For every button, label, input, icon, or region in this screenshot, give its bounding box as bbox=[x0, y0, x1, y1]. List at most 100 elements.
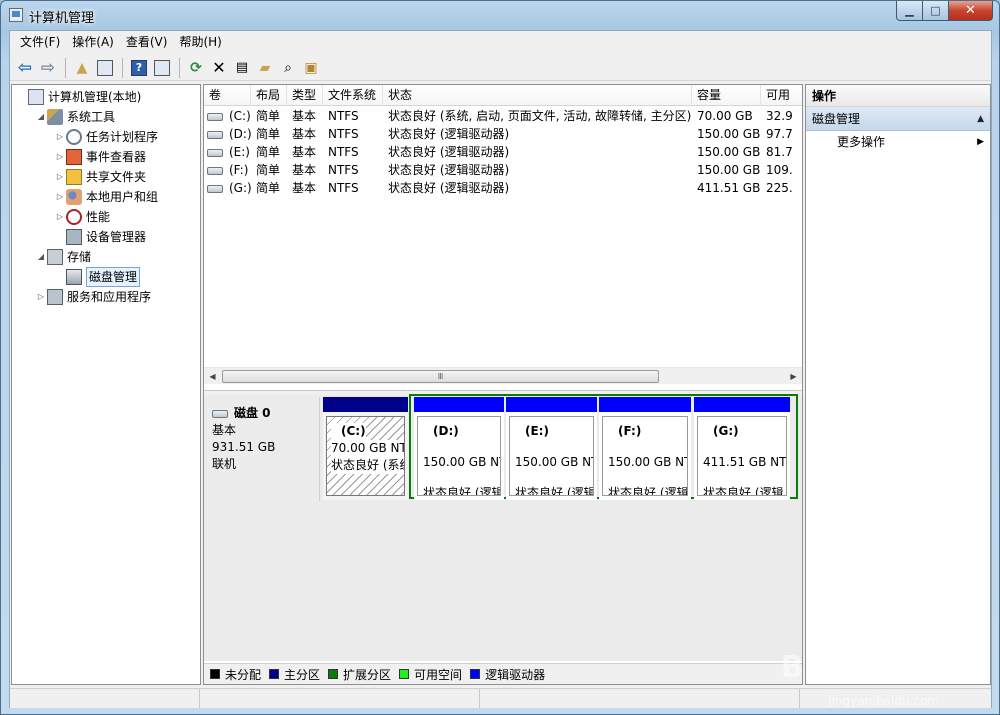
tree-item-label: 性能 bbox=[86, 210, 111, 224]
drive-icon bbox=[207, 130, 223, 139]
tree-item[interactable]: ◢ 系统工具 bbox=[35, 108, 115, 126]
tree-item[interactable]: ▷ 性能 bbox=[54, 208, 110, 226]
volume-row[interactable]: (G:) 简单 基本 NTFS 状态良好 (逻辑驱动器) 411.51 GB 225. bbox=[204, 179, 802, 197]
back-button[interactable]: ⇦ bbox=[14, 57, 36, 79]
computer-icon bbox=[28, 89, 44, 105]
expand-arrow-icon[interactable]: ▷ bbox=[35, 288, 47, 306]
partition-g[interactable]: (G:) 411.51 GB NTF 状态良好 (逻辑 bbox=[694, 397, 790, 500]
collapse-arrow-icon[interactable]: ◢ bbox=[35, 248, 47, 266]
horizontal-scrollbar[interactable]: ◀ Ⅲ ▶ bbox=[204, 367, 802, 384]
perf-icon bbox=[66, 209, 82, 225]
column-volume[interactable]: 卷 bbox=[204, 85, 251, 106]
action-section-disk-management[interactable]: 磁盘管理 ▲ bbox=[806, 107, 990, 131]
tree-item[interactable]: ▷ 任务计划程序 bbox=[54, 128, 158, 146]
tree-item[interactable]: ▷ 本地用户和组 bbox=[54, 188, 158, 206]
search-button[interactable]: ⌕ bbox=[277, 57, 299, 79]
disk-status: 联机 bbox=[212, 457, 237, 471]
tree-item-label: 事件查看器 bbox=[86, 150, 147, 164]
partition-size: 150.00 GB NT bbox=[423, 455, 501, 469]
partition-size: 411.51 GB NTF bbox=[703, 455, 787, 469]
legend-label: 可用空间 bbox=[414, 667, 463, 682]
scroll-left-icon[interactable]: ◀ bbox=[204, 368, 221, 385]
minimize-button[interactable]: ▁ bbox=[896, 1, 923, 21]
help-button[interactable]: ? bbox=[128, 57, 150, 79]
scroll-thumb[interactable]: Ⅲ bbox=[222, 370, 659, 383]
refresh-button[interactable]: ⟳ bbox=[185, 57, 207, 79]
column-type[interactable]: 类型 bbox=[287, 85, 323, 106]
users-icon bbox=[66, 189, 82, 205]
show-hide-action-pane-button[interactable] bbox=[151, 57, 173, 79]
expand-arrow-icon[interactable]: ▷ bbox=[54, 188, 66, 206]
cell-status: 状态良好 (逻辑驱动器) bbox=[388, 127, 510, 141]
partition-size: 150.00 GB NT bbox=[515, 455, 594, 469]
tree-item-label: 服务和应用程序 bbox=[67, 290, 152, 304]
more-actions-item[interactable]: 更多操作 ▶ bbox=[806, 131, 990, 153]
clock-icon bbox=[66, 129, 82, 145]
settings-icon: ▣ bbox=[304, 59, 318, 76]
submenu-arrow-icon: ▶ bbox=[977, 137, 984, 147]
collapse-caret-icon[interactable]: ▲ bbox=[977, 107, 984, 131]
menu-help[interactable]: 帮助(H) bbox=[173, 32, 227, 52]
cell-capacity: 70.00 GB bbox=[697, 109, 753, 123]
expand-arrow-icon[interactable]: ▷ bbox=[54, 208, 66, 226]
tree-item[interactable]: 计算机管理(本地) bbox=[16, 88, 141, 106]
scroll-right-icon[interactable]: ▶ bbox=[785, 368, 802, 385]
expand-arrow-icon[interactable]: ▷ bbox=[54, 128, 66, 146]
tree-item[interactable]: ▷ 服务和应用程序 bbox=[35, 288, 151, 306]
volume-row[interactable]: (F:) 简单 基本 NTFS 状态良好 (逻辑驱动器) 150.00 GB 109. bbox=[204, 161, 802, 179]
column-layout[interactable]: 布局 bbox=[251, 85, 287, 106]
tree-item[interactable]: ◢ 存储 bbox=[35, 248, 91, 266]
collapse-arrow-icon[interactable]: ◢ bbox=[35, 108, 47, 126]
close-icon: ✕ bbox=[965, 3, 976, 18]
show-hide-tree-icon bbox=[97, 59, 113, 76]
title-bar[interactable]: 计算机管理 ▁ □ ✕ bbox=[1, 1, 999, 29]
tree-item[interactable]: 磁盘管理 bbox=[54, 267, 141, 287]
cell-volume: (C:) bbox=[204, 107, 251, 125]
cell-status: 状态良好 (逻辑驱动器) bbox=[388, 145, 510, 159]
cell-type: 基本 bbox=[292, 127, 317, 141]
tree-item-label: 系统工具 bbox=[67, 110, 116, 124]
delete-button[interactable]: ✕ bbox=[208, 57, 230, 79]
cell-filesystem: NTFS bbox=[328, 163, 359, 177]
expand-arrow-icon[interactable]: ▷ bbox=[54, 168, 66, 186]
cell-status: 状态良好 (逻辑驱动器) bbox=[388, 181, 510, 195]
tree-item-label: 任务计划程序 bbox=[86, 130, 159, 144]
settings-button[interactable]: ▣ bbox=[300, 57, 322, 79]
column-filesystem[interactable]: 文件系统 bbox=[323, 85, 383, 106]
volume-row[interactable]: (C:) 简单 基本 NTFS 状态良好 (系统, 启动, 页面文件, 活动, 故障转储… bbox=[204, 107, 802, 125]
show-hide-tree-button[interactable] bbox=[94, 57, 116, 79]
properties-button[interactable]: ▤ bbox=[231, 57, 253, 79]
column-capacity[interactable]: 容量 bbox=[692, 85, 761, 106]
tree-item[interactable]: ▷ 事件查看器 bbox=[54, 148, 146, 166]
up-level-button[interactable]: ▲ bbox=[71, 57, 93, 79]
menu-file[interactable]: 文件(F) bbox=[14, 32, 66, 52]
tree-item[interactable]: ▷ 共享文件夹 bbox=[54, 168, 146, 186]
column-free-space[interactable]: 可用 bbox=[761, 85, 802, 106]
partition-c[interactable]: (C:) 70.00 GB NT 状态良好 (系统 bbox=[323, 397, 408, 500]
partition-box: (C:) 70.00 GB NT 状态良好 (系统 bbox=[326, 416, 405, 496]
legend-item: 逻辑驱动器 bbox=[470, 666, 545, 683]
cell-volume: (E:) bbox=[204, 143, 251, 161]
services-icon bbox=[47, 289, 63, 305]
disk-0-info[interactable]: 磁盘 0 基本 931.51 GB 联机 bbox=[204, 397, 320, 501]
column-status[interactable]: 状态 bbox=[383, 85, 692, 106]
partition-f[interactable]: (F:) 150.00 GB NT 状态良好 (逻辑 bbox=[599, 397, 691, 500]
volume-row[interactable]: (D:) 简单 基本 NTFS 状态良好 (逻辑驱动器) 150.00 GB 97.7 bbox=[204, 125, 802, 143]
cell-status: 状态良好 (逻辑驱动器) bbox=[388, 163, 510, 177]
partition-d[interactable]: (D:) 150.00 GB NT 状态良好 (逻辑 bbox=[414, 397, 504, 500]
open-button[interactable]: ▰ bbox=[254, 57, 276, 79]
tree-item[interactable]: 设备管理器 bbox=[54, 228, 146, 246]
menu-action[interactable]: 操作(A) bbox=[66, 32, 120, 52]
maximize-button[interactable]: □ bbox=[923, 1, 949, 21]
partition-e[interactable]: (E:) 150.00 GB NT 状态良好 (逻辑 bbox=[506, 397, 597, 500]
menu-view[interactable]: 查看(V) bbox=[120, 32, 174, 52]
toolbar: ⇦ ⇨ ▲ ? ⟳ ✕ ▤ ▰ ⌕ ▣ bbox=[10, 55, 991, 81]
volume-row[interactable]: (E:) 简单 基本 NTFS 状态良好 (逻辑驱动器) 150.00 GB 81.7 bbox=[204, 143, 802, 161]
forward-button[interactable]: ⇨ bbox=[37, 57, 59, 79]
partition-name: (D:) bbox=[433, 424, 459, 438]
legend-label: 逻辑驱动器 bbox=[485, 667, 546, 682]
expand-arrow-icon[interactable]: ▷ bbox=[54, 148, 66, 166]
drive-icon bbox=[207, 166, 223, 175]
close-button[interactable]: ✕ bbox=[949, 1, 993, 21]
show-hide-action-icon bbox=[154, 59, 170, 76]
